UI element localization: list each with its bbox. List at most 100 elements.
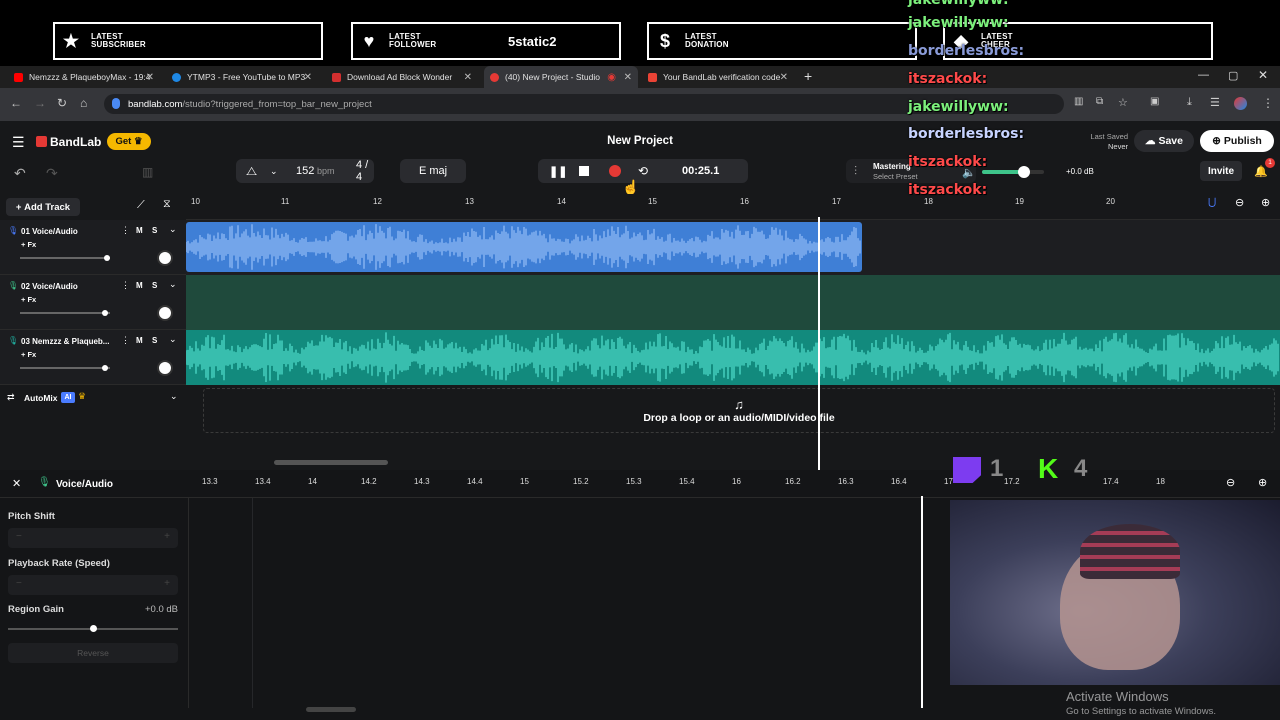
chevron-down-icon[interactable]: ⌄ (169, 224, 177, 235)
zoom-in-icon[interactable]: ⊕ (1258, 476, 1267, 489)
zoom-out-icon[interactable]: ⊖ (1235, 196, 1244, 209)
profile-avatar[interactable] (1234, 97, 1247, 110)
mute-button[interactable]: M (136, 336, 143, 345)
bookmark-star-icon[interactable]: ☆ (1118, 96, 1128, 109)
close-icon[interactable]: ✕ (464, 72, 472, 83)
track-menu-icon[interactable]: ⋮ (121, 225, 130, 236)
track-volume-slider[interactable] (20, 365, 110, 371)
metronome-icon[interactable]: ⧍ (246, 164, 257, 179)
track-volume-slider[interactable] (20, 310, 110, 316)
new-tab-button[interactable]: + (804, 68, 812, 84)
tempo-control[interactable]: ⧍ ⌄ 152 bpm 4 / 4 (236, 159, 374, 183)
chevron-down-icon[interactable]: ⌄ (169, 334, 177, 345)
bell-icon[interactable]: 🔔 (1254, 165, 1268, 178)
pan-knob[interactable] (157, 250, 173, 266)
playhead[interactable] (818, 217, 820, 470)
add-fx-button[interactable]: + Fx (21, 240, 36, 249)
browser-menu-icon[interactable]: ⋮ (1262, 96, 1274, 110)
track-settings-icon[interactable]: ⧖ (163, 198, 171, 211)
stop-icon[interactable] (579, 166, 589, 176)
close-icon[interactable]: ✕ (624, 72, 632, 83)
save-button[interactable]: ☁ Save (1134, 130, 1194, 152)
grid-view-icon[interactable]: ▥ (142, 165, 153, 179)
editor-playhead[interactable] (921, 496, 923, 708)
back-icon[interactable]: ← (10, 96, 22, 110)
track-row[interactable]: 🎙 03 Nemzzz & Plaqueb... + Fx ⋮ M S ⌄ (0, 330, 186, 385)
sidebar-icon[interactable]: ▣ (1150, 96, 1159, 107)
slider-handle[interactable] (104, 255, 110, 261)
get-premium-button[interactable]: Get ♛ (107, 133, 151, 150)
close-icon[interactable]: ✕ (12, 477, 21, 490)
pause-icon[interactable]: ❚❚ (549, 165, 567, 178)
extensions-icon[interactable]: ☰ (1210, 96, 1220, 109)
browser-tab[interactable]: Nemzzz & PlaqueboyMax - 19:4 ✕ (8, 66, 160, 88)
forward-icon[interactable]: → (34, 96, 46, 110)
zoom-in-icon[interactable]: ⊕ (1261, 196, 1270, 209)
publish-button[interactable]: ⊕ Publish (1200, 130, 1274, 152)
pan-knob[interactable] (157, 360, 173, 376)
select-preset-link[interactable]: Select Preset (873, 172, 918, 181)
automix-row[interactable]: ⇄ AutoMix AI ♛ ⌄ (0, 385, 186, 411)
mute-button[interactable]: M (136, 281, 143, 290)
window-close-button[interactable]: ✕ (1258, 68, 1268, 82)
track-name[interactable]: 02 Voice/Audio (21, 282, 78, 291)
redo-icon[interactable]: ↷ (46, 165, 58, 182)
track-name[interactable]: 03 Nemzzz & Plaqueb... (21, 337, 109, 346)
volume-handle[interactable] (1018, 166, 1030, 178)
solo-button[interactable]: S (152, 226, 157, 235)
time-signature[interactable]: 4 / 4 (356, 159, 374, 183)
chevron-down-icon[interactable]: ⌄ (169, 279, 177, 290)
slider-handle[interactable] (102, 365, 108, 371)
solo-button[interactable]: S (152, 336, 157, 345)
download-icon[interactable]: ⤓ (1187, 96, 1192, 109)
invite-button[interactable]: Invite (1200, 161, 1242, 181)
cast-icon[interactable]: ⧉ (1096, 96, 1103, 107)
slider-handle[interactable] (102, 310, 108, 316)
chevron-down-icon[interactable]: ⌄ (170, 391, 178, 402)
record-icon[interactable] (609, 165, 621, 177)
add-track-button[interactable]: + Add Track (6, 198, 80, 216)
minimize-button[interactable]: — (1198, 69, 1209, 81)
track-row[interactable]: 🎙 02 Voice/Audio + Fx ⋮ M S ⌄ (0, 275, 186, 330)
timeline-ruler[interactable]: 10 11 12 13 14 15 16 17 18 19 20 ⋃ ⊖ ⊕ (186, 194, 1280, 220)
key-selector[interactable]: E maj (400, 159, 466, 183)
hamburger-menu-icon[interactable]: ☰ (12, 134, 25, 151)
maximize-button[interactable]: ▢ (1228, 69, 1238, 82)
horizontal-scrollbar[interactable] (274, 460, 388, 465)
browser-tab[interactable]: Download Ad Block Wonder ✕ (326, 66, 478, 88)
master-volume-slider[interactable] (982, 166, 1044, 178)
track-row[interactable]: 🎙 01 Voice/Audio + Fx ⋮ M S ⌄ (0, 220, 186, 275)
track-volume-slider[interactable] (20, 255, 110, 261)
automation-icon[interactable]: ⟋ (137, 199, 145, 212)
pan-knob[interactable] (157, 305, 173, 321)
undo-icon[interactable]: ↶ (14, 165, 26, 182)
add-fx-button[interactable]: + Fx (21, 295, 36, 304)
region-gain-slider[interactable] (8, 625, 178, 632)
editor-scrollbar[interactable] (306, 707, 356, 712)
chevron-down-icon[interactable]: ⌄ (270, 166, 278, 177)
reverse-button[interactable]: Reverse (8, 643, 178, 663)
track-menu-icon[interactable]: ⋮ (121, 280, 130, 291)
audio-region[interactable] (185, 222, 862, 272)
track-lane[interactable] (186, 275, 1280, 330)
browser-tab-active[interactable]: (40) New Project - Studio ◉ ✕ (484, 66, 638, 88)
track-menu-icon[interactable]: ⋮ (121, 335, 130, 346)
zoom-out-icon[interactable]: ⊖ (1226, 476, 1235, 489)
slider-handle[interactable] (90, 625, 97, 632)
pitch-shift-stepper[interactable]: − + (8, 528, 178, 548)
track-name[interactable]: 01 Voice/Audio (21, 227, 78, 236)
home-icon[interactable]: ⌂ (80, 96, 87, 110)
close-icon[interactable]: ✕ (780, 72, 788, 83)
add-fx-button[interactable]: + Fx (21, 350, 36, 359)
close-icon[interactable]: ✕ (146, 72, 154, 83)
browser-tab[interactable]: Your BandLab verification code ✕ (642, 66, 794, 88)
drop-zone[interactable]: ♫ Drop a loop or an audio/MIDI/video fil… (203, 388, 1275, 433)
close-icon[interactable]: ✕ (304, 72, 312, 83)
track-lane[interactable] (185, 330, 1280, 385)
solo-button[interactable]: S (152, 281, 157, 290)
reload-icon[interactable]: ↻ (57, 96, 67, 110)
tempo-value[interactable]: 152 (296, 165, 314, 177)
reader-icon[interactable]: ▥ (1074, 96, 1083, 107)
browser-tab[interactable]: YTMP3 - Free YouTube to MP3 ✕ (166, 66, 318, 88)
snap-magnet-icon[interactable]: ⋃ (1208, 197, 1216, 208)
